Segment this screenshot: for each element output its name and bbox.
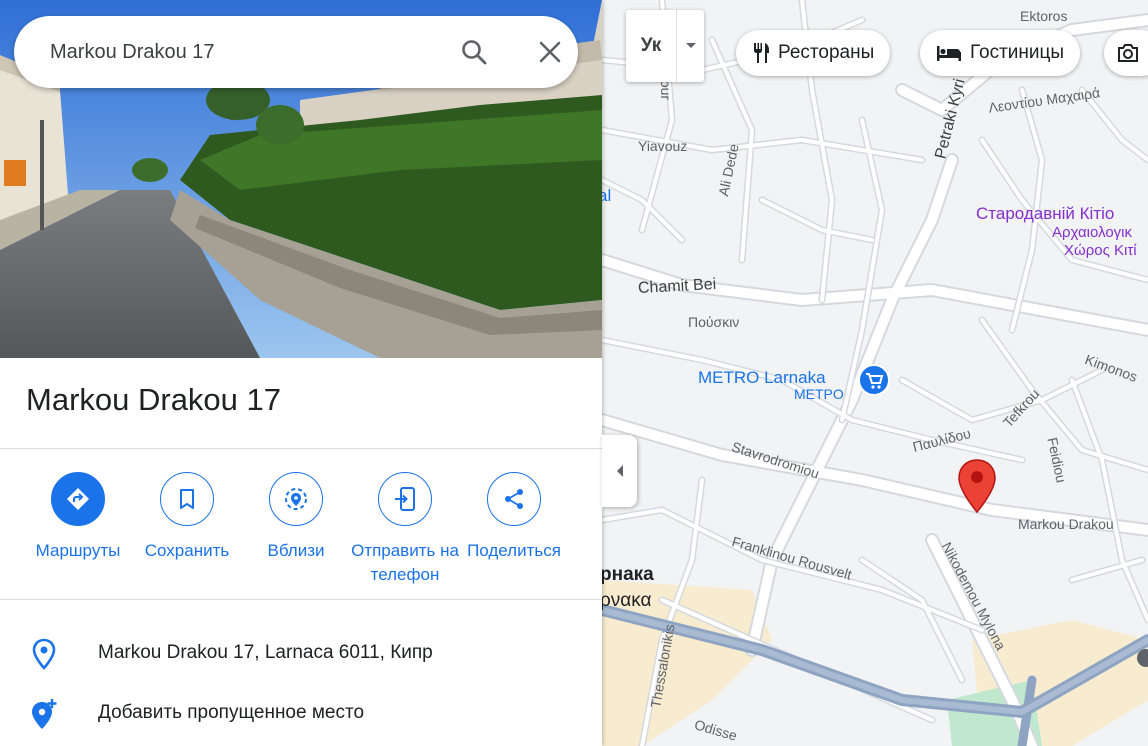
send-to-phone-button[interactable]: Отправить на телефон bbox=[350, 472, 460, 587]
bookmark-icon bbox=[180, 489, 194, 509]
share-button[interactable]: Поделиться bbox=[459, 472, 569, 563]
send-to-phone-icon-circle bbox=[378, 472, 432, 526]
map-label: Markou Drakou bbox=[1018, 516, 1114, 532]
chip-label: Рестораны bbox=[778, 42, 875, 63]
chip-restaurants[interactable]: Рестораны bbox=[736, 30, 891, 76]
share-icon bbox=[505, 489, 523, 509]
search-icon bbox=[462, 40, 487, 65]
map-label: Χώρος Κιτί bbox=[1064, 242, 1137, 259]
divider bbox=[0, 599, 602, 600]
nearby-icon-circle bbox=[269, 472, 323, 526]
address-text: Markou Drakou 17, Larnaca 6011, Кипр bbox=[98, 642, 433, 663]
hotel-bed-icon bbox=[937, 46, 961, 61]
share-icon-circle bbox=[487, 472, 541, 526]
clear-search-button[interactable] bbox=[530, 32, 570, 72]
place-panel: Markou Drakou 17 Маршруты Сохранить Вбли bbox=[0, 0, 602, 746]
save-button[interactable]: Сохранить bbox=[132, 472, 242, 563]
shopping-cart-icon[interactable] bbox=[858, 364, 890, 396]
action-label: Вблизи bbox=[267, 541, 325, 560]
layers-switcher: Ук bbox=[626, 10, 704, 82]
map-label: Αρχαιολογικ bbox=[1052, 224, 1133, 241]
search-input[interactable] bbox=[50, 38, 430, 66]
add-missing-place-text: Добавить пропущенное место bbox=[98, 702, 365, 723]
map-label-metro[interactable]: METRO Larnaka bbox=[698, 368, 826, 388]
camera-icon bbox=[1118, 44, 1138, 62]
map-label: Πούσκιν bbox=[688, 314, 740, 330]
restaurant-icon bbox=[754, 43, 769, 63]
location-pin-icon[interactable] bbox=[956, 458, 998, 514]
location-icon bbox=[32, 638, 56, 670]
poi-icon bbox=[1137, 649, 1148, 667]
directions-icon-circle bbox=[51, 472, 105, 526]
chip-label: Гостиницы bbox=[970, 42, 1065, 63]
caret-down-icon bbox=[685, 43, 696, 48]
action-label: Сохранить bbox=[144, 541, 230, 560]
directions-button[interactable]: Маршруты bbox=[23, 472, 133, 563]
chip-photos[interactable] bbox=[1104, 30, 1148, 76]
add-location-icon bbox=[32, 699, 57, 729]
action-label: Маршруты bbox=[35, 541, 121, 560]
layers-dropdown-button[interactable] bbox=[677, 10, 704, 82]
search-box bbox=[14, 16, 578, 88]
map-label: Ektoros bbox=[1020, 8, 1068, 24]
map-label-city: рнака bbox=[602, 564, 654, 585]
map-canvas[interactable]: Ektoros Iour Yiavouz Ali Dede Petraki Ky… bbox=[602, 0, 1148, 746]
action-label: Поделиться bbox=[467, 541, 561, 560]
map-label-museum: Стародавній Кітіо bbox=[976, 204, 1115, 223]
send-to-phone-icon bbox=[395, 487, 415, 511]
map-label-city: ρνακα bbox=[602, 590, 652, 611]
search-button[interactable] bbox=[454, 32, 494, 72]
map-label: ΜΕΤΡΟ bbox=[794, 386, 844, 402]
caret-left-icon bbox=[616, 465, 623, 477]
collapse-panel-button[interactable] bbox=[602, 435, 637, 507]
close-icon bbox=[539, 41, 561, 63]
address-row[interactable]: Markou Drakou 17, Larnaca 6011, Кипр bbox=[0, 626, 602, 682]
chip-hotels[interactable]: Гостиницы bbox=[920, 30, 1081, 76]
add-missing-place-row[interactable]: Добавить пропущенное место bbox=[0, 686, 602, 742]
place-title: Markou Drakou 17 bbox=[26, 382, 282, 417]
map-label: al bbox=[602, 186, 612, 205]
nearby-icon bbox=[285, 488, 307, 510]
divider bbox=[0, 448, 602, 449]
nearby-button[interactable]: Вблизи bbox=[241, 472, 351, 563]
layers-button[interactable]: Ук bbox=[626, 10, 676, 82]
map-label: Yiavouz bbox=[638, 138, 688, 154]
action-label: Отправить на телефон bbox=[351, 541, 459, 584]
save-icon-circle bbox=[160, 472, 214, 526]
directions-icon bbox=[67, 488, 89, 510]
